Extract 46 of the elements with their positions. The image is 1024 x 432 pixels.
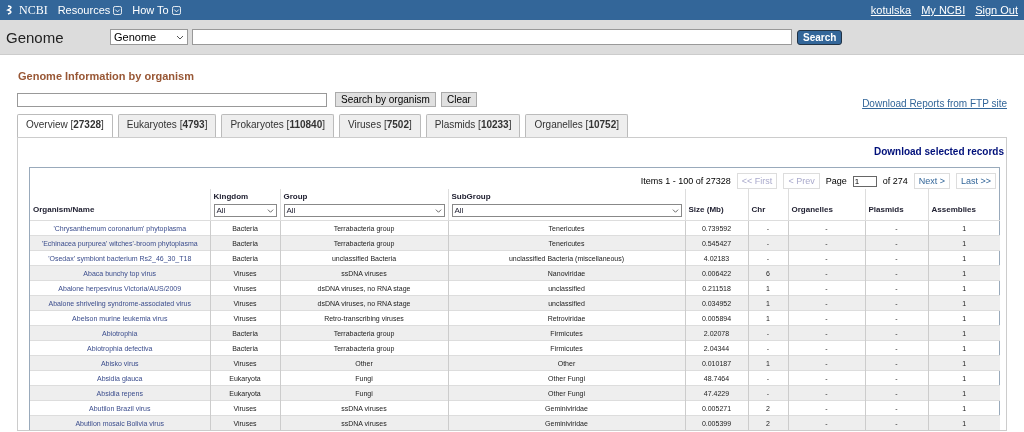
items-count: Items 1 - 100 of 27328: [640, 176, 731, 186]
column-header[interactable]: Organism/Name: [33, 205, 207, 214]
user-link[interactable]: My NCBI: [921, 4, 966, 16]
caret-icon: [171, 5, 181, 15]
download-selected-link[interactable]: Download selected records: [873, 146, 1004, 157]
page-heading: Genome Information by organism: [18, 70, 196, 82]
chevron-icon: [671, 207, 679, 214]
menu-link[interactable]: How To: [132, 4, 181, 16]
search-button[interactable]: Search: [797, 29, 843, 45]
last-page-button[interactable]: Last >>: [955, 173, 996, 189]
ncbi-logo[interactable]: NCBI: [6, 2, 48, 18]
column-header[interactable]: Kingdom: [213, 192, 277, 201]
ftp-link[interactable]: Download Reports from FTP site: [862, 98, 1007, 109]
tab[interactable]: Plasmids [10233]: [425, 114, 521, 137]
filter-dropdown[interactable]: All: [283, 204, 445, 217]
column-header[interactable]: SubGroup: [451, 192, 682, 201]
tab[interactable]: Prokaryotes [110840]: [221, 114, 334, 137]
user-link[interactable]: kotulska: [870, 4, 912, 16]
organism-search-field[interactable]: [17, 92, 327, 107]
page-total: of 274: [882, 176, 908, 186]
tab[interactable]: Organelles [10752]: [525, 114, 628, 137]
user-link[interactable]: Sign Out: [975, 4, 1018, 16]
chevron-icon: [176, 33, 184, 41]
search-field[interactable]: [192, 29, 792, 45]
filter-dropdown[interactable]: All: [451, 204, 682, 217]
chevron-icon: [434, 207, 442, 214]
database-dropdown[interactable]: Genome: [110, 29, 188, 45]
column-header[interactable]: Plasmids: [868, 205, 925, 214]
tab[interactable]: Eukaryotes [4793]: [117, 114, 217, 137]
column-header[interactable]: Assemblies: [931, 205, 997, 214]
column-header[interactable]: Chr: [751, 205, 785, 214]
caret-icon: [113, 5, 123, 15]
menu-link[interactable]: Resources: [57, 4, 123, 16]
next-page-button[interactable]: Next >: [913, 173, 950, 189]
tab[interactable]: Viruses [7502]: [339, 114, 421, 137]
chevron-icon: [266, 207, 274, 214]
search-by-organism-button[interactable]: Search by organism: [335, 92, 436, 107]
page-field[interactable]: 1: [852, 175, 877, 187]
column-header[interactable]: Group: [283, 192, 445, 201]
page-label: Page: [825, 176, 847, 186]
database-title: Genome: [6, 28, 65, 46]
filter-dropdown[interactable]: All: [213, 204, 277, 217]
clear-button[interactable]: Clear: [440, 92, 477, 107]
column-header[interactable]: Organelles: [791, 205, 862, 214]
column-header[interactable]: Size (Mb): [688, 205, 745, 214]
tab[interactable]: Overview [27328]: [17, 114, 113, 137]
